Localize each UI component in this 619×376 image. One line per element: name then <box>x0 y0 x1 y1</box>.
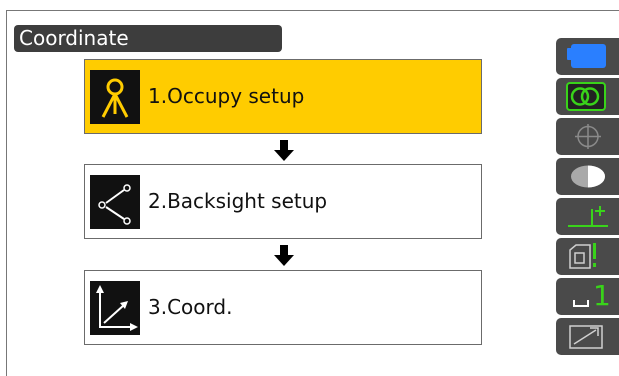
page-title: Coordinate <box>14 25 282 52</box>
target-icon <box>575 124 601 149</box>
arrow-down-icon <box>274 140 294 161</box>
keyboard-icon <box>569 325 603 349</box>
coord-label: 3.Coord. <box>148 295 233 319</box>
occupy-setup-label: 1.Occupy setup <box>148 84 305 108</box>
measure-mode-icon <box>569 243 596 269</box>
battery-status[interactable] <box>556 38 619 75</box>
battery-icon <box>567 44 606 68</box>
keyboard-status[interactable] <box>556 318 619 355</box>
input-mode-status[interactable]: 1 <box>556 278 619 315</box>
arrow-down-icon <box>274 245 294 266</box>
tilt-status[interactable] <box>556 78 619 115</box>
backsight-icon <box>90 175 140 229</box>
tilt-compensation-icon <box>566 82 606 111</box>
backsight-setup-button[interactable]: 2.Backsight setup <box>84 164 482 239</box>
input-mode-text: 1 <box>593 279 611 312</box>
coord-button[interactable]: 3.Coord. <box>84 270 482 345</box>
prism-constant-status[interactable] <box>556 198 619 235</box>
laser-status[interactable] <box>556 158 619 195</box>
backsight-setup-label: 2.Backsight setup <box>148 189 328 213</box>
target-status[interactable] <box>556 118 619 155</box>
tripod-icon <box>90 70 140 124</box>
measure-mode-status[interactable] <box>556 238 619 275</box>
occupy-setup-button[interactable]: 1.Occupy setup <box>84 59 482 134</box>
prism-constant-icon <box>568 206 608 227</box>
laser-icon <box>571 165 605 188</box>
coordinate-axes-icon <box>90 281 140 335</box>
